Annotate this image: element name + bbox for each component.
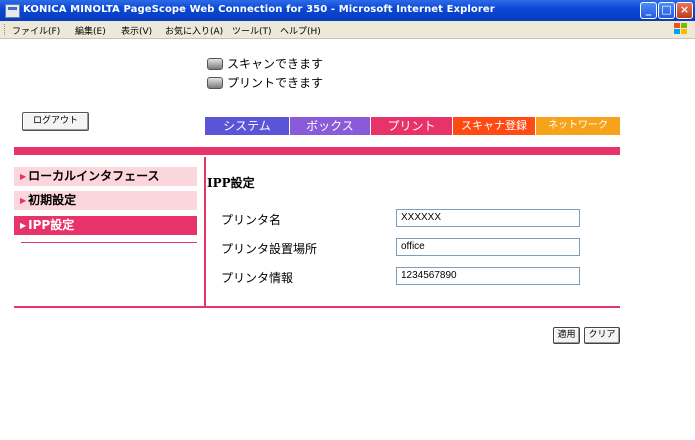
menu-view[interactable]: 表示(V): [121, 24, 152, 37]
ie-window-icon: [5, 4, 20, 18]
menu-bar: ファイル(F) 編集(E) 表示(V) お気に入り(A) ツール(T) ヘルプ(…: [0, 21, 695, 39]
print-status: プリントできます: [207, 74, 323, 91]
sidebar-item-local-interface[interactable]: ▶ ローカルインタフェース: [14, 167, 197, 186]
form-divider: [14, 306, 620, 308]
menu-help[interactable]: ヘルプ(H): [280, 24, 321, 37]
maximize-button[interactable]: □: [658, 2, 675, 19]
printer-info-input[interactable]: 1234567890: [396, 267, 580, 285]
menu-favorites[interactable]: お気に入り(A): [165, 24, 223, 37]
menu-edit[interactable]: 編集(E): [75, 24, 106, 37]
printer-location-input[interactable]: office: [396, 238, 580, 256]
sidebar-divider: [21, 242, 197, 243]
windows-logo-icon: [674, 23, 687, 35]
printer-info-label: プリンタ情報: [221, 271, 294, 285]
clear-button[interactable]: クリア: [584, 327, 620, 344]
close-button[interactable]: ×: [676, 2, 693, 19]
logout-button[interactable]: ログアウト: [22, 112, 89, 131]
tab-print[interactable]: プリント: [371, 117, 452, 135]
menu-tools[interactable]: ツール(T): [232, 24, 272, 37]
tab-box[interactable]: ボックス: [290, 117, 370, 135]
sidebar-item-label: IPP設定: [28, 218, 75, 232]
printer-name-label: プリンタ名: [221, 213, 282, 227]
tab-network[interactable]: ネットワーク: [536, 117, 620, 135]
printer-icon: [207, 77, 223, 89]
sidebar-item-label: ローカルインタフェース: [28, 169, 160, 183]
apply-button[interactable]: 適用: [553, 327, 580, 344]
printer-location-label: プリンタ設置場所: [221, 242, 318, 256]
scan-status: スキャンできます: [207, 55, 323, 72]
header-divider: [14, 147, 620, 155]
tab-system[interactable]: システム: [205, 117, 289, 135]
page-title: IPP設定: [207, 176, 255, 190]
content-divider: [204, 157, 206, 306]
scan-status-text: スキャンできます: [227, 57, 324, 71]
arrow-right-icon: ▶: [20, 221, 27, 230]
toolbar-grip[interactable]: [4, 24, 7, 35]
menu-file[interactable]: ファイル(F): [12, 24, 60, 37]
sidebar-item-ipp-settings[interactable]: ▶ IPP設定: [14, 216, 197, 235]
window-title: KONICA MINOLTA PageScope Web Connection …: [23, 4, 495, 15]
scanner-icon: [207, 58, 223, 70]
arrow-right-icon: ▶: [20, 172, 27, 181]
print-status-text: プリントできます: [227, 76, 324, 90]
tab-scanner-registration[interactable]: スキャナ登録: [453, 117, 535, 135]
sidebar-item-initial-settings[interactable]: ▶ 初期設定: [14, 191, 197, 210]
sidebar-item-label: 初期設定: [28, 193, 77, 207]
arrow-right-icon: ▶: [20, 196, 27, 205]
window-titlebar: KONICA MINOLTA PageScope Web Connection …: [0, 0, 695, 21]
minimize-button[interactable]: _: [640, 2, 657, 19]
printer-name-input[interactable]: XXXXXX: [396, 209, 580, 227]
